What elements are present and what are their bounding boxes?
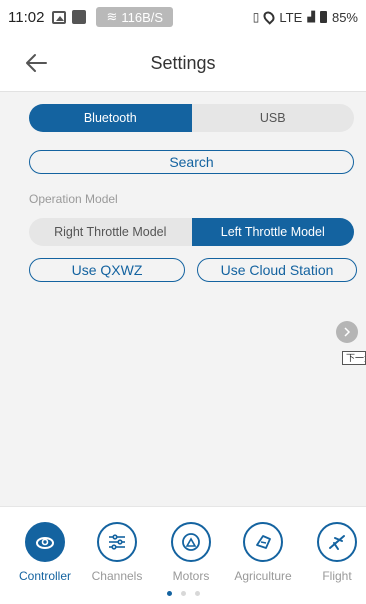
- search-button[interactable]: Search: [29, 150, 354, 174]
- app-notification-icon: [72, 10, 87, 24]
- wifi-icon: ≋: [106, 9, 118, 24]
- throttle-model-selector: Right Throttle Model Left Throttle Model: [29, 218, 354, 246]
- network-type: LTE: [279, 9, 303, 25]
- nav-label-controller: Controller: [18, 569, 72, 583]
- battery-level: 85%: [331, 9, 358, 25]
- nav-label-motors: Motors: [172, 569, 210, 583]
- channels-icon: [97, 522, 137, 562]
- network-speed-badge: ≋ 116B/S: [96, 7, 174, 27]
- controller-icon: [25, 522, 65, 562]
- nav-item-motors[interactable]: Motors: [160, 522, 222, 583]
- motors-icon: [171, 522, 211, 562]
- page-dot[interactable]: [194, 591, 200, 596]
- page-dot[interactable]: [166, 591, 172, 596]
- left-throttle-option[interactable]: Left Throttle Model: [191, 218, 354, 246]
- nav-label-agriculture: Agriculture: [234, 569, 292, 583]
- usb-option[interactable]: USB: [192, 104, 355, 132]
- bottom-nav: Controller Channels Motors Agriculture F…: [0, 506, 366, 604]
- connection-type-selector: Bluetooth USB: [29, 104, 354, 132]
- gallery-notification-icon: [52, 10, 67, 24]
- status-right: ▯ LTE ▟ 85%: [252, 9, 358, 25]
- next-tooltip: 下一步: [342, 351, 366, 365]
- page-dot[interactable]: [180, 591, 186, 596]
- flight-icon: [317, 522, 357, 562]
- nav-item-channels[interactable]: Channels: [86, 522, 148, 583]
- status-bar: 11:02 ≋ 116B/S ▯ LTE ▟ 85%: [0, 0, 366, 34]
- operation-model-label: Operation Model: [29, 192, 118, 206]
- use-qxwz-button[interactable]: Use QXWZ: [29, 258, 185, 282]
- signal-icon: ▟: [307, 11, 315, 23]
- header: Settings: [0, 34, 366, 92]
- nav-item-agriculture[interactable]: Agriculture: [232, 522, 294, 583]
- status-time: 11:02: [8, 8, 45, 26]
- right-throttle-option[interactable]: Right Throttle Model: [29, 218, 192, 246]
- battery-icon: [319, 11, 327, 23]
- bluetooth-option[interactable]: Bluetooth: [29, 104, 192, 132]
- chevron-right-icon: [344, 327, 351, 337]
- next-page-button[interactable]: [336, 321, 358, 343]
- location-icon: [261, 9, 278, 25]
- vibrate-icon: ▯: [252, 10, 260, 24]
- nav-label-flight: Flight: [322, 569, 352, 583]
- nav-item-controller[interactable]: Controller: [14, 522, 76, 583]
- page-title: Settings: [150, 53, 216, 73]
- page-indicator: [0, 591, 366, 596]
- nav-item-flight[interactable]: Flight: [306, 522, 366, 583]
- network-speed: 116B/S: [121, 9, 164, 25]
- agriculture-icon: [243, 522, 283, 562]
- use-cloud-station-button[interactable]: Use Cloud Station: [197, 258, 357, 282]
- nav-label-channels: Channels: [91, 569, 143, 583]
